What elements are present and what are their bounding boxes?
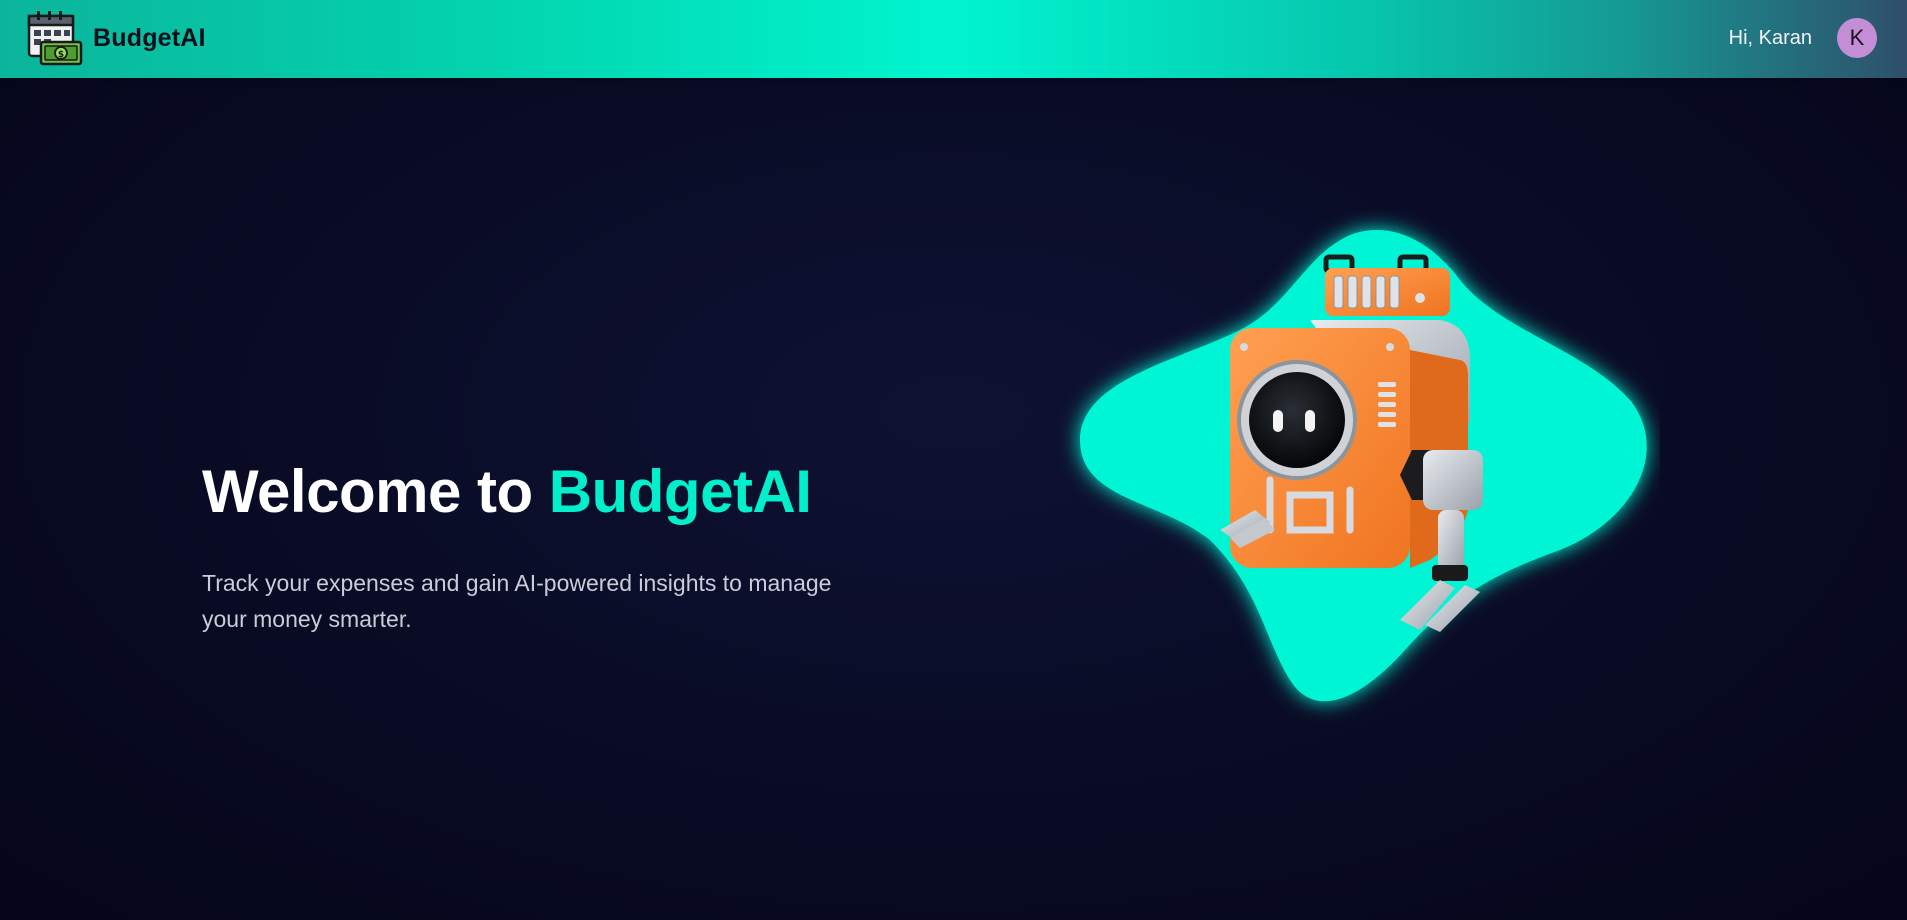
user-menu: Hi, Karan K — [1729, 17, 1877, 59]
title-prefix: Welcome to — [202, 458, 549, 525]
page-title: Welcome to BudgetAI — [202, 455, 902, 529]
svg-text:$: $ — [58, 50, 64, 60]
hero-text: Welcome to BudgetAI Track your expenses … — [202, 455, 902, 637]
robot-illustration — [1080, 230, 1647, 702]
brand-name: BudgetAI — [93, 23, 206, 52]
top-navbar: $ BudgetAI Hi, Karan K — [0, 0, 1907, 78]
brand-link[interactable]: $ BudgetAI — [27, 10, 206, 66]
budget-calendar-icon: $ — [27, 11, 83, 66]
title-accent: BudgetAI — [548, 458, 812, 525]
user-greeting: Hi, Karan — [1728, 26, 1812, 49]
avatar[interactable]: K — [1837, 18, 1877, 58]
hero-subtitle: Track your expenses and gain AI-powered … — [202, 570, 832, 632]
